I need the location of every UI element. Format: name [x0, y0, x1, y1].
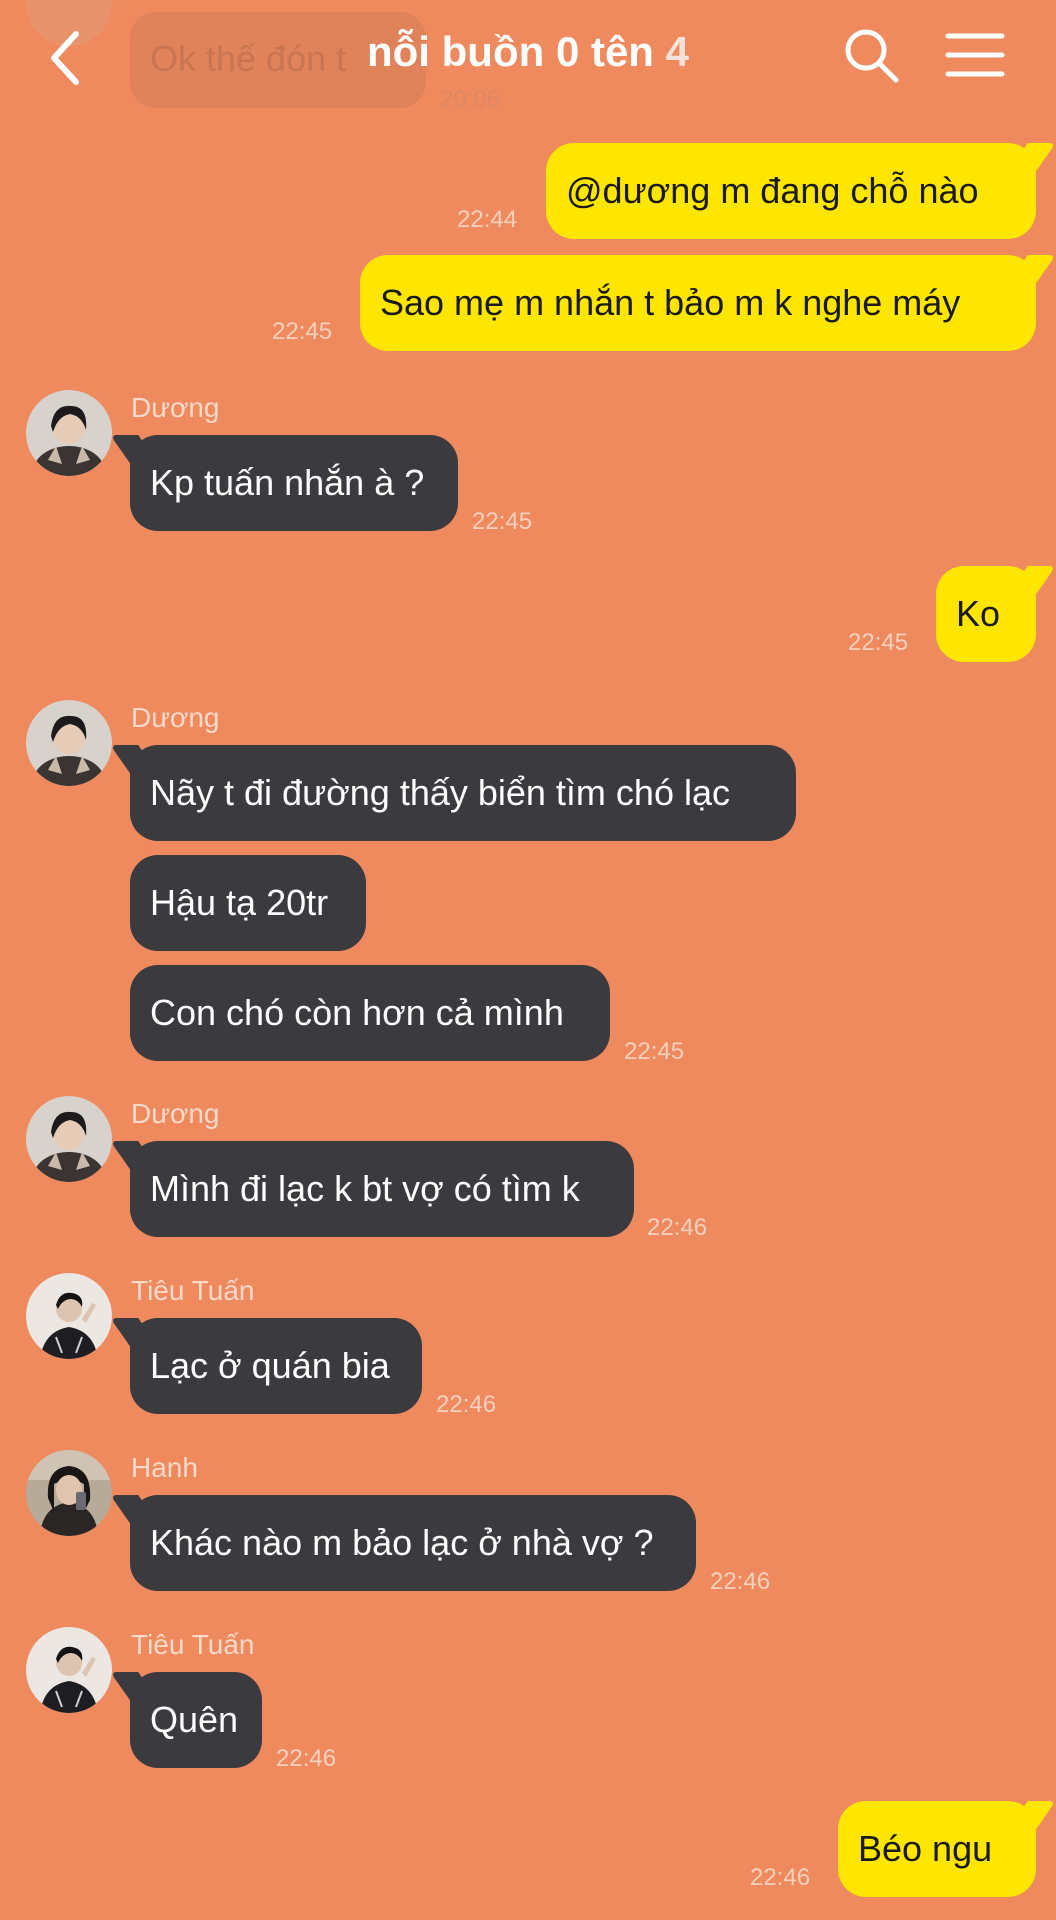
message-text: Hậu tạ 20tr — [150, 882, 329, 923]
message-time: 22:46 — [710, 1568, 771, 1595]
message-time: 22:45 — [624, 1038, 685, 1065]
avatar-duong[interactable] — [26, 1096, 112, 1182]
message-text: @dương m đang chỗ nào — [566, 170, 979, 211]
hamburger-menu-icon — [945, 33, 1005, 77]
top-bar: nỗi buồn 0 tên 4 — [0, 0, 1056, 110]
menu-button[interactable] — [944, 30, 1006, 80]
person-avatar-icon — [26, 1096, 112, 1182]
avatar-tieu-tuan[interactable] — [26, 1273, 112, 1359]
chevron-left-icon — [51, 31, 79, 85]
message-bubble-incoming[interactable]: Hậu tạ 20tr — [130, 855, 366, 951]
avatar-hanh[interactable] — [26, 1450, 112, 1536]
message-bubble-outgoing[interactable]: @dương m đang chỗ nào — [546, 143, 1036, 239]
message-bubble-incoming[interactable]: Quên — [130, 1672, 262, 1768]
person-avatar-icon — [26, 390, 112, 476]
message-time: 22:45 — [472, 508, 533, 535]
message-text: Ko — [956, 593, 1001, 634]
avatar-duong[interactable] — [26, 390, 112, 476]
message-bubble-incoming[interactable]: Kp tuấn nhắn à ? — [130, 435, 458, 531]
message-time: 22:46 — [750, 1864, 811, 1891]
back-button[interactable] — [40, 22, 96, 94]
search-icon — [845, 29, 899, 83]
chat-screen: Ok thế đón t 20:06 nỗi buồn 0 tên 4 @dươ… — [0, 0, 1056, 1920]
message-bubble-incoming[interactable]: Nãy t đi đường thấy biển tìm chó lạc — [130, 745, 796, 841]
search-button[interactable] — [842, 26, 902, 86]
message-text: Lạc ở quán bia — [150, 1345, 390, 1386]
avatar-duong[interactable] — [26, 700, 112, 786]
sender-name: Hanh — [131, 1452, 198, 1483]
person-avatar-icon — [26, 1273, 112, 1359]
message-time: 22:45 — [272, 318, 333, 345]
message-time: 22:46 — [436, 1391, 497, 1418]
message-bubble-incoming[interactable]: Khác nào m bảo lạc ở nhà vợ ? — [130, 1495, 696, 1591]
message-time: 22:46 — [276, 1745, 337, 1772]
sender-name: Tiêu Tuấn — [131, 1275, 255, 1306]
message-text: Kp tuấn nhắn à ? — [150, 462, 425, 503]
chat-title[interactable]: nỗi buồn 0 tên 4 — [250, 28, 806, 76]
message-text: Khác nào m bảo lạc ở nhà vợ ? — [150, 1522, 654, 1563]
message-bubble-outgoing[interactable]: Béo ngu — [838, 1801, 1036, 1897]
message-bubble-outgoing[interactable]: Sao mẹ m nhắn t bảo m k nghe máy — [360, 255, 1036, 351]
message-bubble-incoming[interactable]: Mình đi lạc k bt vợ có tìm k — [130, 1141, 634, 1237]
avatar-tieu-tuan[interactable] — [26, 1627, 112, 1713]
sender-name: Dương — [131, 392, 220, 423]
message-time: 22:44 — [457, 206, 518, 233]
person-avatar-icon — [26, 1450, 112, 1536]
message-text: Béo ngu — [858, 1828, 993, 1869]
message-bubble-outgoing[interactable]: Ko — [936, 566, 1036, 662]
message-text: Quên — [150, 1699, 239, 1740]
person-avatar-icon — [26, 700, 112, 786]
message-time: 22:46 — [647, 1214, 708, 1241]
message-time: 22:45 — [848, 629, 909, 656]
message-bubble-incoming[interactable]: Lạc ở quán bia — [130, 1318, 422, 1414]
message-text: Nãy t đi đường thấy biển tìm chó lạc — [150, 772, 730, 813]
group-name: nỗi buồn 0 tên — [367, 28, 654, 75]
message-bubble-incoming[interactable]: Con chó còn hơn cả mình — [130, 965, 610, 1061]
message-text: Mình đi lạc k bt vợ có tìm k — [150, 1168, 580, 1209]
sender-name: Tiêu Tuấn — [131, 1629, 255, 1660]
message-text: Con chó còn hơn cả mình — [150, 992, 564, 1033]
sender-name: Dương — [131, 1098, 220, 1129]
person-avatar-icon — [26, 1627, 112, 1713]
sender-name: Dương — [131, 702, 220, 733]
message-text: Sao mẹ m nhắn t bảo m k nghe máy — [380, 282, 961, 323]
member-count: 4 — [665, 28, 689, 75]
